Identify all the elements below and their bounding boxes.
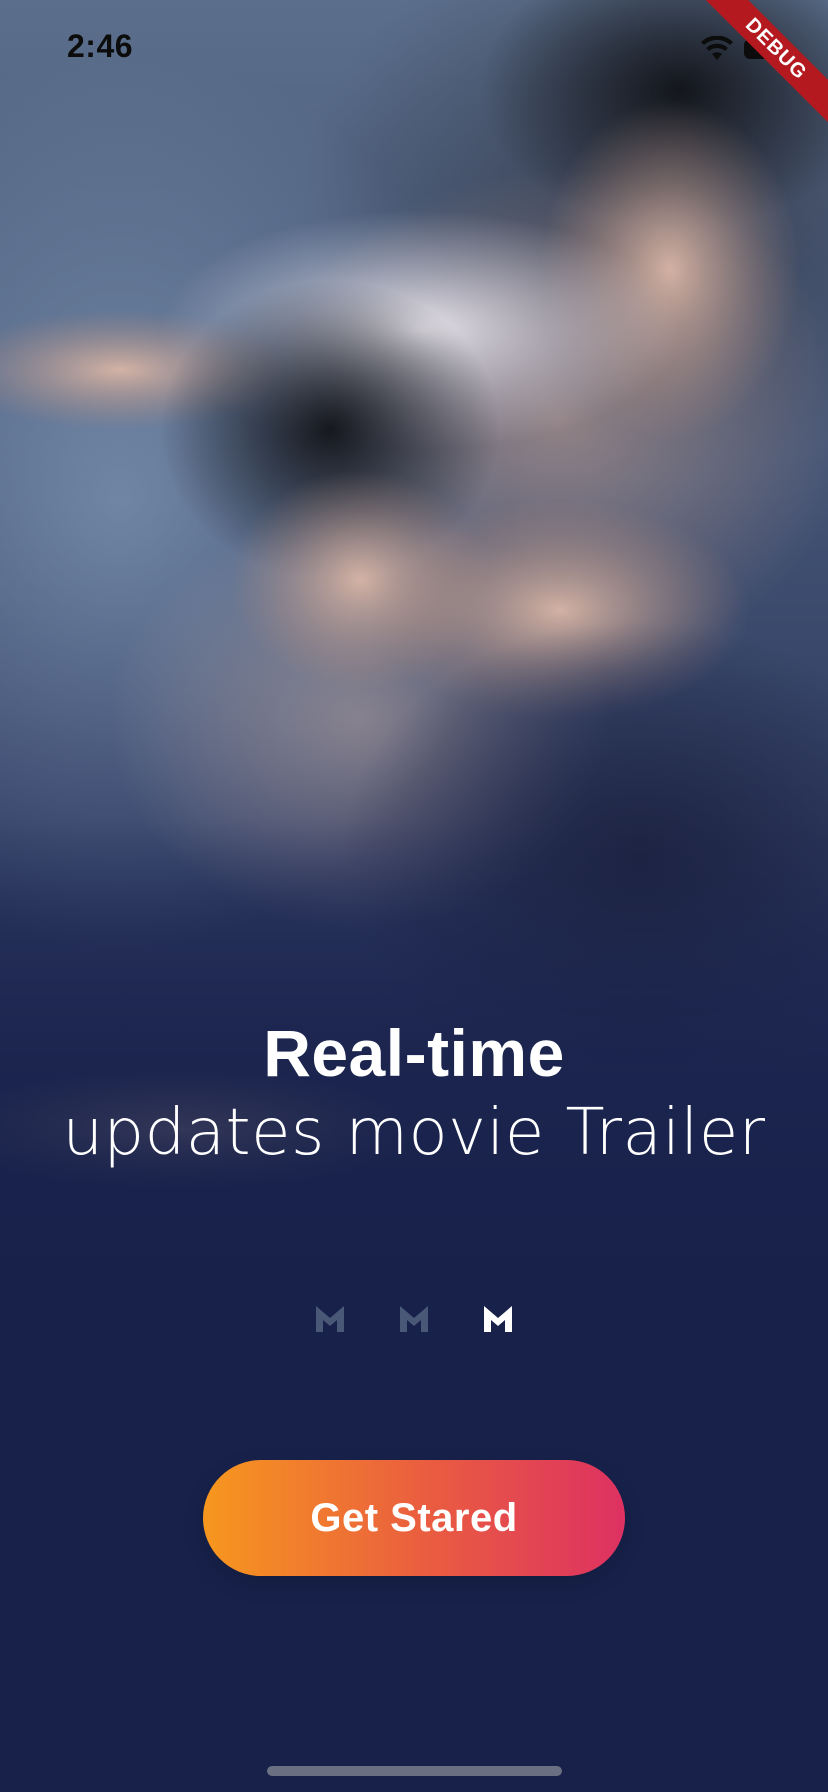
get-started-button[interactable]: Get Stared (203, 1460, 625, 1576)
status-time: 2:46 (67, 28, 134, 64)
status-icons (700, 36, 793, 62)
onboarding-subheadline: updates movie Trailer (62, 1096, 766, 1170)
get-started-label: Get Stared (310, 1495, 518, 1540)
home-indicator[interactable] (267, 1766, 562, 1776)
onboarding-screen: 2:46 DEBUG Real-time updates movie Trail… (0, 0, 828, 1792)
onboarding-headline: Real-time (263, 1016, 565, 1090)
page-indicator-3-m-logo-icon[interactable] (482, 1302, 514, 1334)
battery-icon (744, 39, 793, 59)
page-indicator-2-m-logo-icon[interactable] (398, 1302, 430, 1334)
page-indicators (0, 1302, 828, 1334)
wifi-icon (701, 36, 733, 60)
page-indicator-1-m-logo-icon[interactable] (314, 1302, 346, 1334)
